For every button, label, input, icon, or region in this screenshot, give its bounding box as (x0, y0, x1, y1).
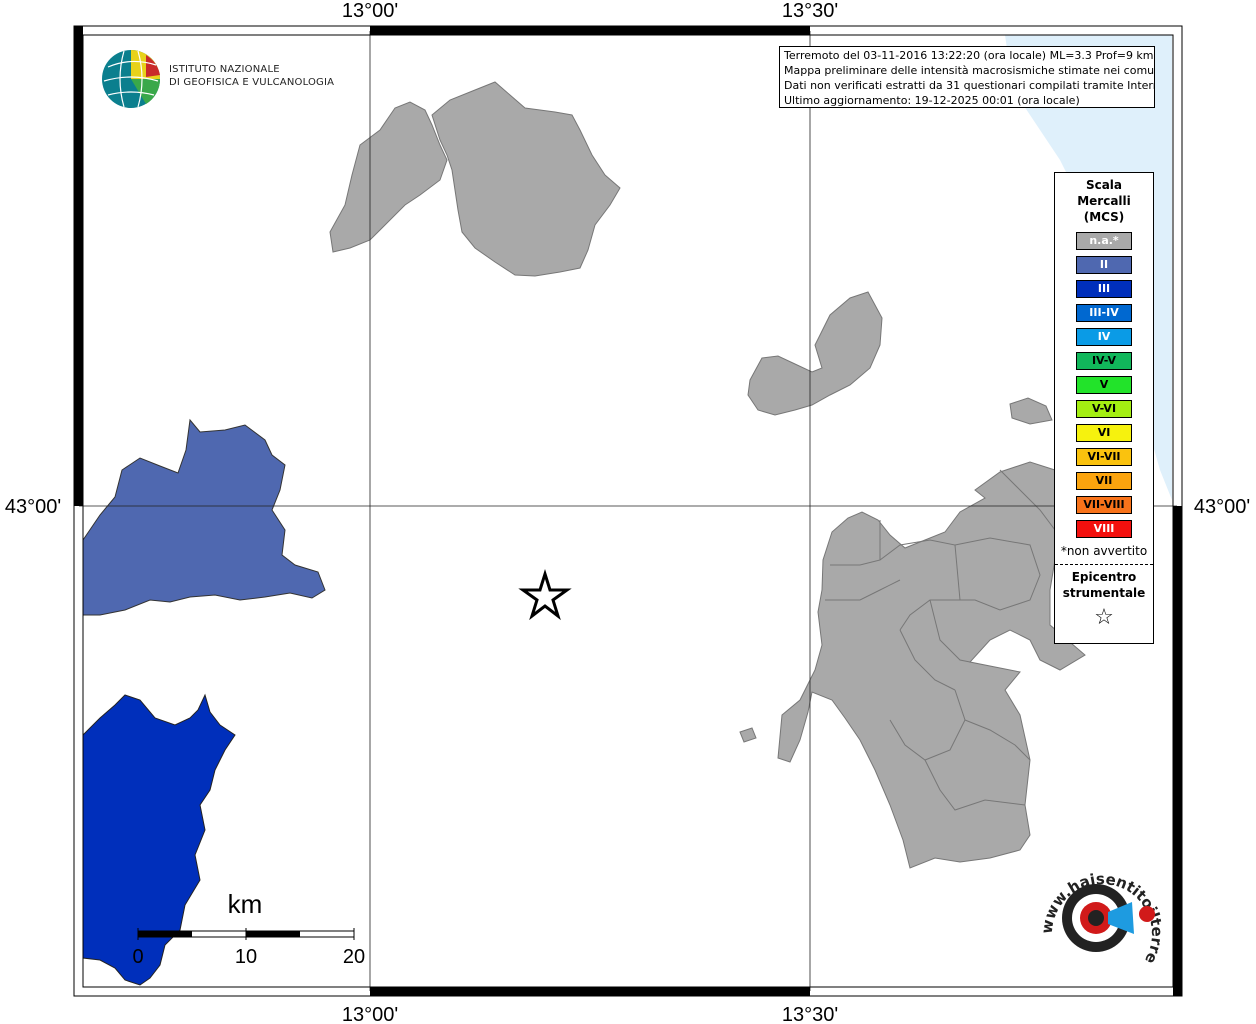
legend-item-iii-iv: III-IV (1076, 304, 1132, 322)
area-na-east-small (747, 291, 883, 416)
legend-item-ii: II (1076, 256, 1132, 274)
info-line-4: Ultimo aggiornamento: 19-12-2025 00:01 (… (784, 94, 1080, 107)
area-na-east-large (777, 461, 1086, 869)
legend-item-iv-v: IV-V (1076, 352, 1132, 370)
area-intensity-ii (82, 418, 326, 616)
area-na-north-west (329, 101, 448, 253)
legend-title-line3: (MCS) (1083, 210, 1125, 224)
legend-item-iii: III (1076, 280, 1132, 298)
legend-item-vi-vii: VI-VII (1076, 448, 1132, 466)
scale-tick-20: 20 (343, 946, 365, 968)
legend-item-v: V (1076, 376, 1132, 394)
legend-title-line2: Mercalli (1077, 194, 1131, 208)
mcs-legend: Scala Mercalli (MCS) n.a.* II III III-IV IV I… (1054, 172, 1154, 644)
info-line-2: Mappa preliminare delle intensità macros… (784, 64, 1155, 77)
scale-unit: km (228, 889, 263, 919)
info-line-3: Dati non verificati estratti da 31 quest… (784, 79, 1155, 92)
legend-item-vi: VI (1076, 424, 1132, 442)
area-intensity-iii (82, 693, 236, 986)
info-line-1: Terremoto del 03-11-2016 13:22:20 (ora l… (784, 49, 1154, 62)
legend-note: *non avvertito (1060, 544, 1148, 558)
legend-item-vii: VII (1076, 472, 1132, 490)
legend-item-iv: IV (1076, 328, 1132, 346)
earthquake-info-box: Terremoto del 03-11-2016 13:22:20 (ora l… (779, 46, 1155, 108)
area-na-north-east (431, 81, 621, 277)
legend-epicenter-line1: Epicentro (1071, 570, 1137, 584)
legend-item-n-a: n.a.* (1076, 232, 1132, 250)
legend-item-v-vi: V-VI (1076, 400, 1132, 418)
coord-bottom-left: 13°00' (342, 1004, 398, 1024)
scale-tick-0: 0 (132, 946, 143, 968)
legend-epicenter-label: Epicentro strumentale (1055, 569, 1153, 601)
legend-items: n.a.* II III III-IV IV IV-V V V-VI VI VI-VII VII VI… (1055, 232, 1153, 538)
ingv-name-line1: ISTITUTO NAZIONALE (169, 64, 280, 75)
legend-separator (1055, 564, 1153, 565)
legend-item-vii-viii: VII-VIII (1076, 496, 1132, 514)
coord-left: 43°00' (5, 496, 61, 518)
legend-title: Scala Mercalli (MCS) (1055, 177, 1153, 225)
coord-top-left: 13°00' (342, 0, 398, 22)
ingv-name: ISTITUTO NAZIONALE DI GEOFISICA E VULCAN… (169, 63, 334, 89)
legend-star-icon: ☆ (1094, 605, 1114, 630)
haisentito-target-icon: www.haisentitoilterremoto.it (1024, 840, 1166, 967)
haisentito-logo[interactable]: www.haisentitoilterremoto.it (1024, 840, 1172, 984)
scale-tick-10: 10 (235, 946, 257, 968)
epicenter-star-icon[interactable] (518, 568, 572, 621)
area-na-east-tiny (1009, 397, 1053, 425)
coord-top-right: 13°30' (782, 0, 838, 22)
legend-title-line1: Scala (1085, 178, 1123, 192)
legend-item-viii: VIII (1076, 520, 1132, 538)
area-na-east-spot (739, 727, 757, 743)
legend-epicenter-line2: strumentale (1062, 586, 1146, 600)
coord-right: 43°00' (1194, 496, 1250, 518)
ingv-name-line2: DI GEOFISICA E VULCANOLOGIA (169, 77, 335, 88)
ingv-globe-icon (102, 50, 161, 108)
coord-bottom-right: 13°30' (782, 1004, 838, 1024)
